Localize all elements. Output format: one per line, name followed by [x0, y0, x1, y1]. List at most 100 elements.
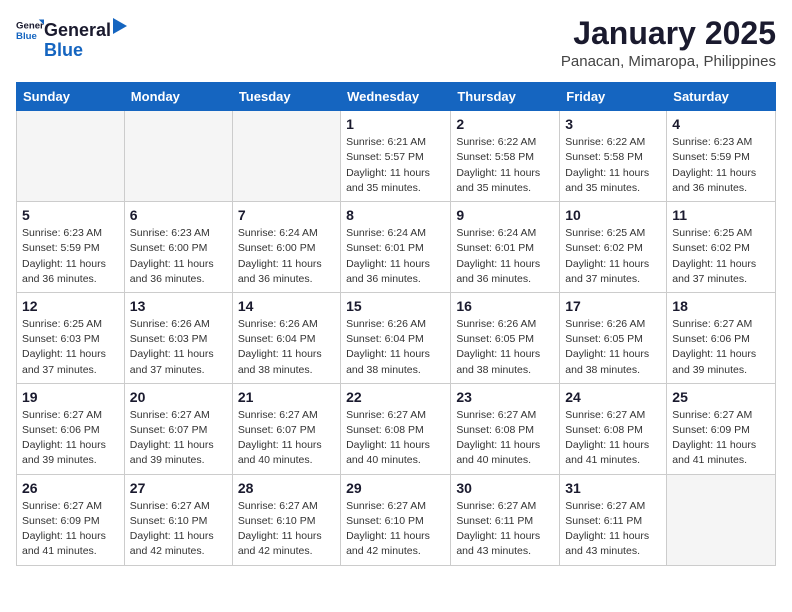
logo-general: General [44, 21, 111, 41]
logo-blue: Blue [44, 41, 83, 61]
calendar-title: January 2025 [561, 16, 776, 51]
calendar-cell: 7 Sunrise: 6:24 AMSunset: 6:00 PMDaylight… [232, 202, 340, 293]
page-header: General Blue General Blue January 2025 P… [16, 16, 776, 70]
calendar-cell: 12Sunrise: 6:25 AMSunset: 6:03 PMDayligh… [17, 292, 125, 383]
calendar-cell [124, 111, 232, 202]
day-info: Sunrise: 6:27 AMSunset: 6:06 PMDaylight:… [22, 408, 119, 469]
day-info: Sunrise: 6:27 AMSunset: 6:07 PMDaylight:… [130, 408, 227, 469]
day-number: 13 [130, 298, 227, 314]
day-info: Sunrise: 6:23 AMSunset: 5:59 PMDaylight:… [672, 135, 770, 196]
calendar-cell: 22 Sunrise: 6:27 AMSunset: 6:08 PMDayligh… [341, 383, 451, 474]
calendar-cell: 28 Sunrise: 6:27 AMSunset: 6:10 PMDayligh… [232, 474, 340, 565]
calendar-cell: 18 Sunrise: 6:27 AMSunset: 6:06 PMDayligh… [667, 292, 776, 383]
calendar-cell: 3 Sunrise: 6:22 AMSunset: 5:58 PMDaylight… [560, 111, 667, 202]
calendar-cell: 8Sunrise: 6:24 AMSunset: 6:01 PMDaylight… [341, 202, 451, 293]
day-info: Sunrise: 6:27 AMSunset: 6:08 PMDaylight:… [346, 408, 445, 469]
logo: General Blue [16, 16, 44, 44]
calendar-cell: 23Sunrise: 6:27 AMSunset: 6:08 PMDayligh… [451, 383, 560, 474]
day-number: 29 [346, 480, 445, 496]
week-row-4: 19 Sunrise: 6:27 AMSunset: 6:06 PMDayligh… [17, 383, 776, 474]
day-number: 11 [672, 207, 770, 223]
calendar-cell: 29 Sunrise: 6:27 AMSunset: 6:10 PMDayligh… [341, 474, 451, 565]
day-number: 2 [456, 116, 554, 132]
day-number: 12 [22, 298, 119, 314]
day-info: Sunrise: 6:27 AMSunset: 6:06 PMDaylight:… [672, 317, 770, 378]
calendar-cell: 5Sunrise: 6:23 AMSunset: 5:59 PMDaylight… [17, 202, 125, 293]
week-row-1: 1 Sunrise: 6:21 AMSunset: 5:57 PMDaylight… [17, 111, 776, 202]
column-header-friday: Friday [560, 83, 667, 111]
calendar-header-row: SundayMondayTuesdayWednesdayThursdayFrid… [17, 83, 776, 111]
day-number: 22 [346, 389, 445, 405]
day-info: Sunrise: 6:27 AMSunset: 6:10 PMDaylight:… [130, 499, 227, 560]
day-number: 14 [238, 298, 335, 314]
day-number: 8 [346, 207, 445, 223]
day-info: Sunrise: 6:27 AMSunset: 6:11 PMDaylight:… [565, 499, 661, 560]
calendar-cell: 6 Sunrise: 6:23 AMSunset: 6:00 PMDaylight… [124, 202, 232, 293]
svg-text:Blue: Blue [16, 31, 37, 42]
day-info: Sunrise: 6:25 AMSunset: 6:02 PMDaylight:… [565, 226, 661, 287]
calendar-cell: 24Sunrise: 6:27 AMSunset: 6:08 PMDayligh… [560, 383, 667, 474]
calendar-cell: 31 Sunrise: 6:27 AMSunset: 6:11 PMDayligh… [560, 474, 667, 565]
day-number: 24 [565, 389, 661, 405]
day-info: Sunrise: 6:25 AMSunset: 6:02 PMDaylight:… [672, 226, 770, 287]
day-number: 16 [456, 298, 554, 314]
week-row-3: 12Sunrise: 6:25 AMSunset: 6:03 PMDayligh… [17, 292, 776, 383]
day-info: Sunrise: 6:24 AMSunset: 6:00 PMDaylight:… [238, 226, 335, 287]
title-block: January 2025 Panacan, Mimaropa, Philippi… [561, 16, 776, 70]
column-header-monday: Monday [124, 83, 232, 111]
day-number: 6 [130, 207, 227, 223]
calendar-cell: 2Sunrise: 6:22 AMSunset: 5:58 PMDaylight… [451, 111, 560, 202]
calendar-cell: 20 Sunrise: 6:27 AMSunset: 6:07 PMDayligh… [124, 383, 232, 474]
day-number: 23 [456, 389, 554, 405]
day-info: Sunrise: 6:24 AMSunset: 6:01 PMDaylight:… [456, 226, 554, 287]
day-info: Sunrise: 6:27 AMSunset: 6:10 PMDaylight:… [346, 499, 445, 560]
day-number: 31 [565, 480, 661, 496]
calendar-cell: 13 Sunrise: 6:26 AMSunset: 6:03 PMDayligh… [124, 292, 232, 383]
svg-text:General: General [16, 20, 44, 31]
calendar-cell: 15 Sunrise: 6:26 AMSunset: 6:04 PMDayligh… [341, 292, 451, 383]
column-header-saturday: Saturday [667, 83, 776, 111]
day-number: 7 [238, 207, 335, 223]
calendar-cell: 21Sunrise: 6:27 AMSunset: 6:07 PMDayligh… [232, 383, 340, 474]
day-info: Sunrise: 6:26 AMSunset: 6:04 PMDaylight:… [346, 317, 445, 378]
day-number: 15 [346, 298, 445, 314]
calendar-subtitle: Panacan, Mimaropa, Philippines [561, 53, 776, 70]
day-number: 28 [238, 480, 335, 496]
logo-arrow-icon [113, 16, 129, 36]
calendar-cell: 30Sunrise: 6:27 AMSunset: 6:11 PMDayligh… [451, 474, 560, 565]
day-info: Sunrise: 6:22 AMSunset: 5:58 PMDaylight:… [565, 135, 661, 196]
day-number: 4 [672, 116, 770, 132]
day-number: 27 [130, 480, 227, 496]
calendar-cell: 27 Sunrise: 6:27 AMSunset: 6:10 PMDayligh… [124, 474, 232, 565]
day-number: 19 [22, 389, 119, 405]
day-number: 10 [565, 207, 661, 223]
day-info: Sunrise: 6:26 AMSunset: 6:04 PMDaylight:… [238, 317, 335, 378]
week-row-5: 26Sunrise: 6:27 AMSunset: 6:09 PMDayligh… [17, 474, 776, 565]
column-header-wednesday: Wednesday [341, 83, 451, 111]
calendar-cell: 14 Sunrise: 6:26 AMSunset: 6:04 PMDayligh… [232, 292, 340, 383]
day-info: Sunrise: 6:26 AMSunset: 6:03 PMDaylight:… [130, 317, 227, 378]
day-info: Sunrise: 6:23 AMSunset: 5:59 PMDaylight:… [22, 226, 119, 287]
calendar-cell: 10 Sunrise: 6:25 AMSunset: 6:02 PMDayligh… [560, 202, 667, 293]
calendar-cell: 4 Sunrise: 6:23 AMSunset: 5:59 PMDaylight… [667, 111, 776, 202]
calendar-cell: 26Sunrise: 6:27 AMSunset: 6:09 PMDayligh… [17, 474, 125, 565]
day-info: Sunrise: 6:27 AMSunset: 6:09 PMDaylight:… [672, 408, 770, 469]
day-number: 9 [456, 207, 554, 223]
calendar-cell: 9 Sunrise: 6:24 AMSunset: 6:01 PMDaylight… [451, 202, 560, 293]
week-row-2: 5Sunrise: 6:23 AMSunset: 5:59 PMDaylight… [17, 202, 776, 293]
day-number: 3 [565, 116, 661, 132]
day-info: Sunrise: 6:27 AMSunset: 6:11 PMDaylight:… [456, 499, 554, 560]
calendar-cell: 17Sunrise: 6:26 AMSunset: 6:05 PMDayligh… [560, 292, 667, 383]
calendar-table: SundayMondayTuesdayWednesdayThursdayFrid… [16, 82, 776, 565]
day-info: Sunrise: 6:27 AMSunset: 6:10 PMDaylight:… [238, 499, 335, 560]
day-number: 1 [346, 116, 445, 132]
day-number: 20 [130, 389, 227, 405]
day-info: Sunrise: 6:26 AMSunset: 6:05 PMDaylight:… [456, 317, 554, 378]
day-info: Sunrise: 6:21 AMSunset: 5:57 PMDaylight:… [346, 135, 445, 196]
day-number: 25 [672, 389, 770, 405]
day-number: 18 [672, 298, 770, 314]
calendar-cell [232, 111, 340, 202]
column-header-tuesday: Tuesday [232, 83, 340, 111]
calendar-cell: 16 Sunrise: 6:26 AMSunset: 6:05 PMDayligh… [451, 292, 560, 383]
day-info: Sunrise: 6:23 AMSunset: 6:00 PMDaylight:… [130, 226, 227, 287]
